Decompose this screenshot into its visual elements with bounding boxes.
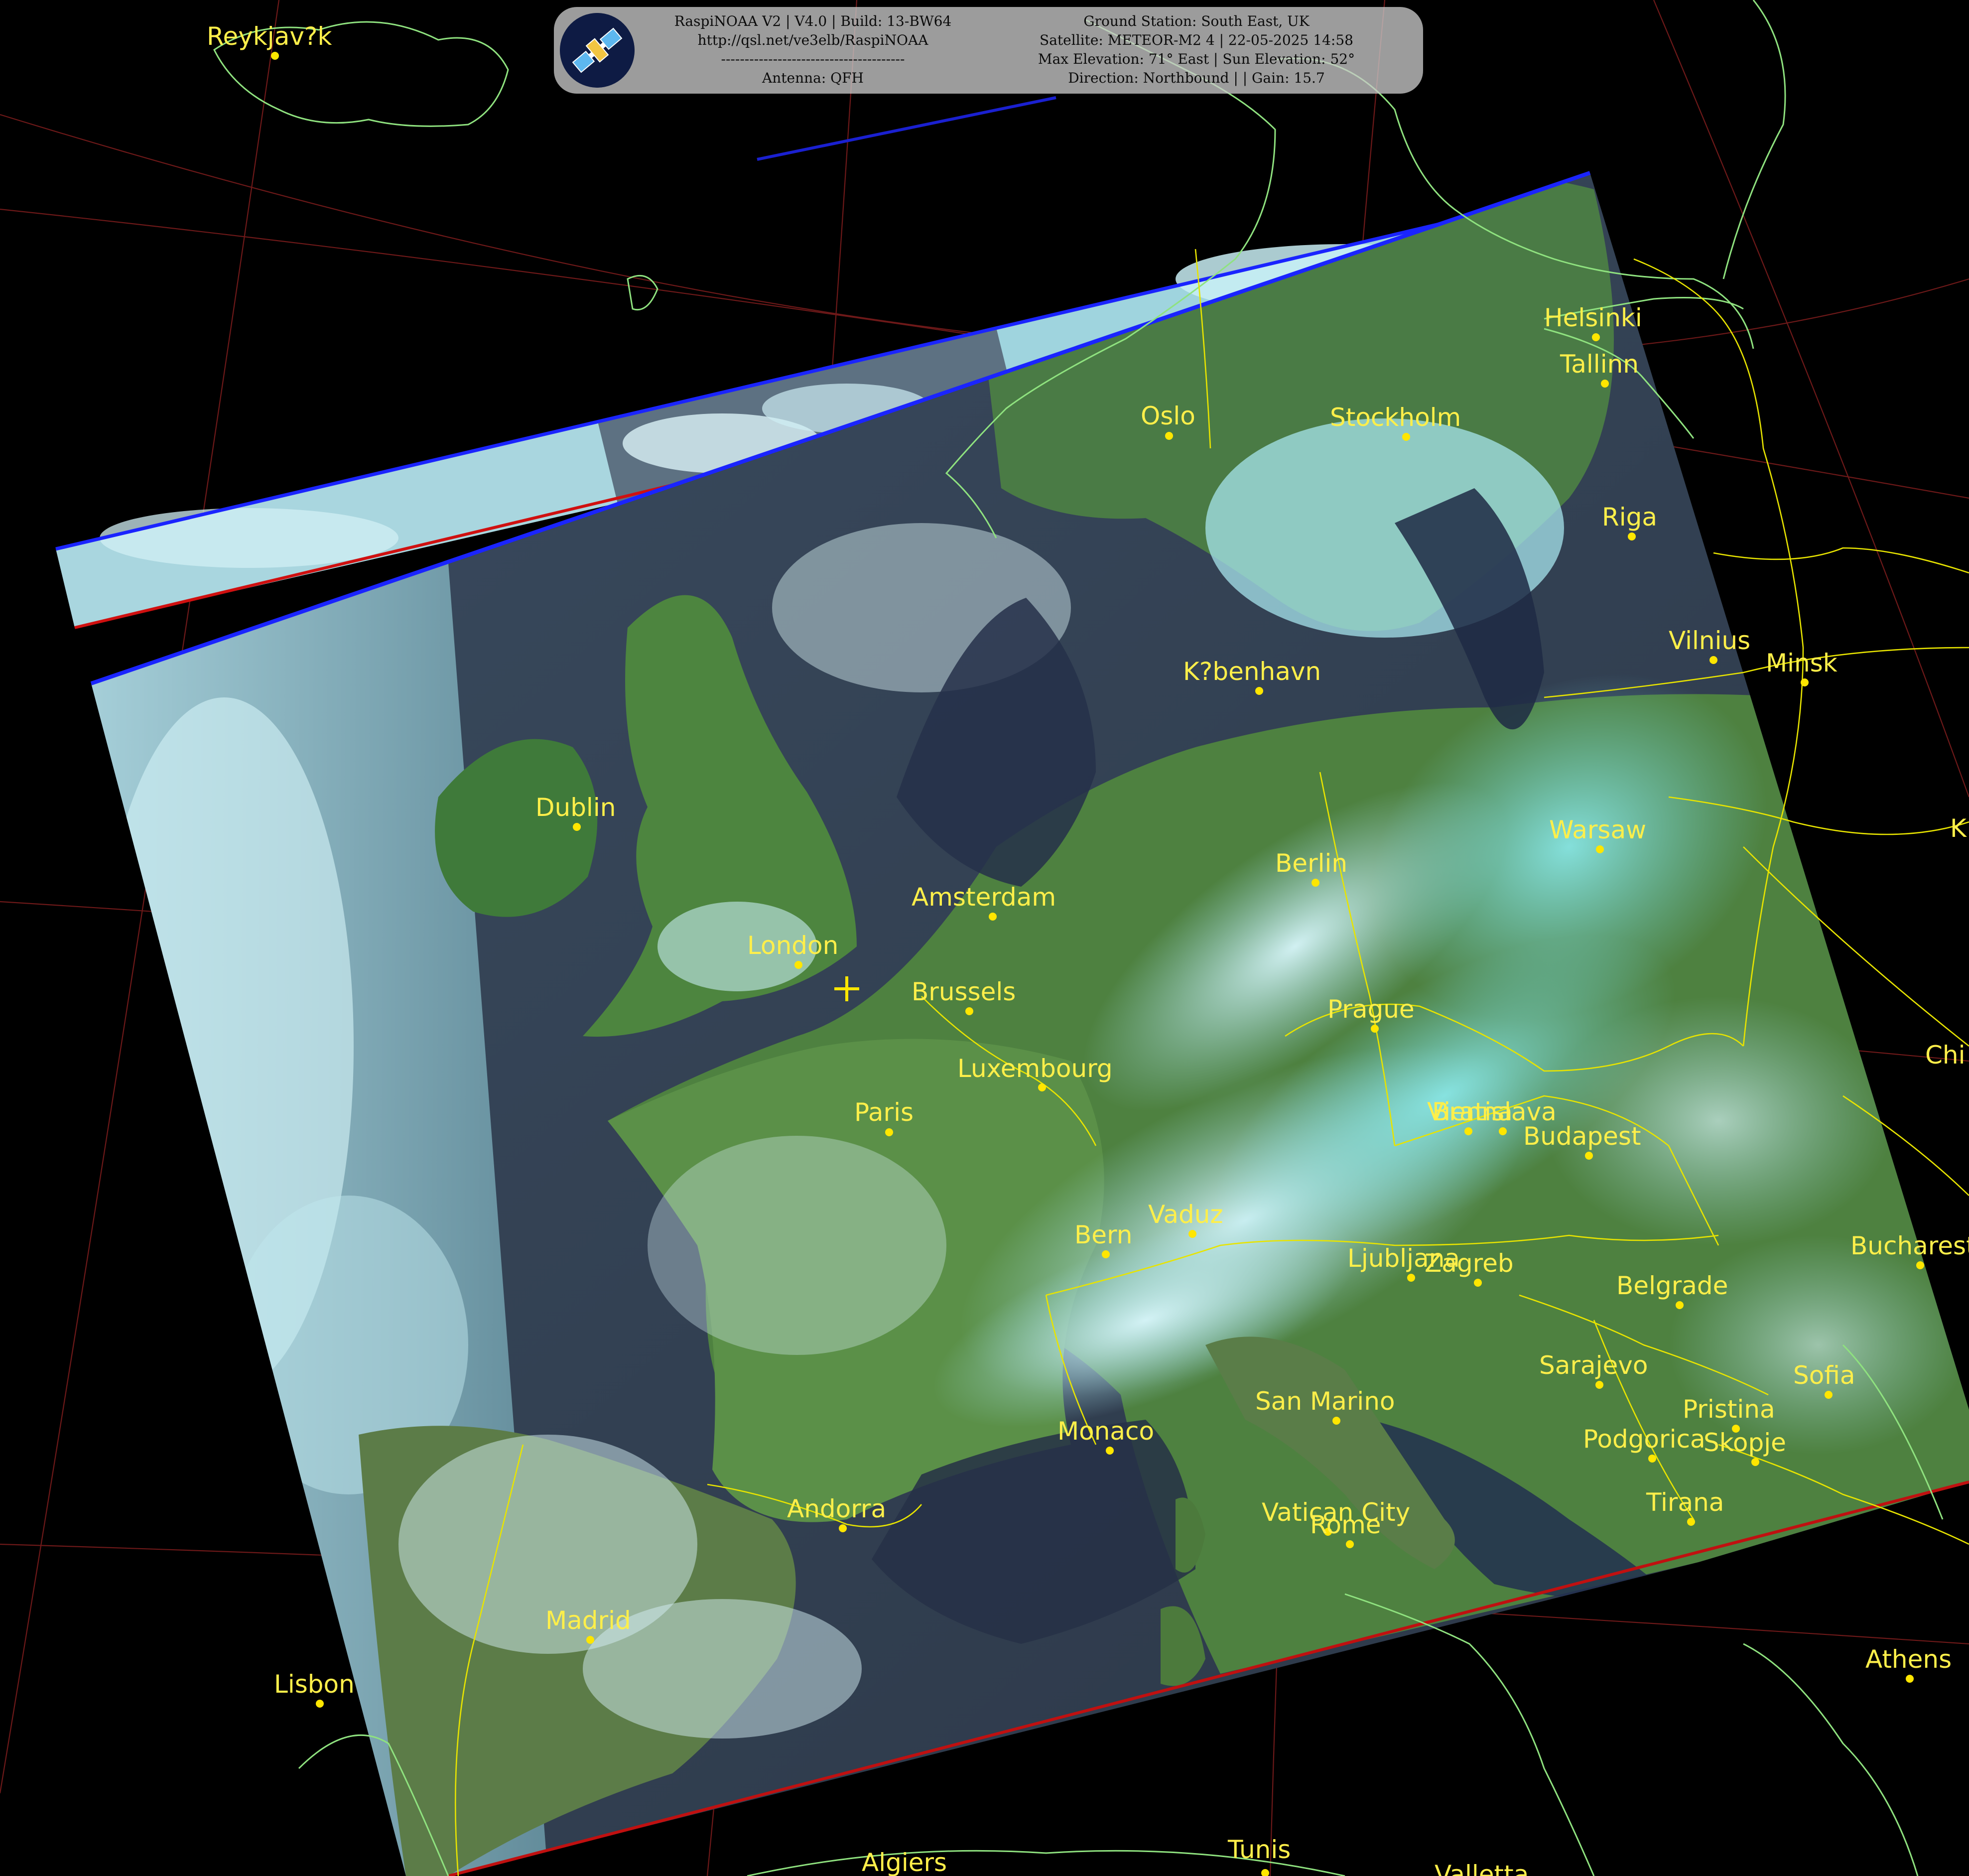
city-marker-amsterdam <box>989 913 997 921</box>
map-stage: Reykjav?k Helsinki Tallinn Oslo Stockholm Rig… <box>0 0 1969 1876</box>
city-label-warsaw: Warsaw <box>1549 815 1646 844</box>
city-label-pristina: Pristina <box>1683 1395 1775 1424</box>
city-marker-bern <box>1102 1250 1110 1258</box>
city-marker-tirana <box>1687 1518 1695 1526</box>
city-label-riga: Riga <box>1602 503 1657 532</box>
city-label-san-marino: San Marino <box>1255 1387 1395 1416</box>
city-label-rome: Rome <box>1310 1510 1381 1539</box>
city-label-stockholm: Stockholm <box>1330 403 1461 432</box>
city-marker-riga <box>1628 533 1636 540</box>
city-label-lisbon: Lisbon <box>274 1670 355 1699</box>
city-marker-tallinn <box>1601 380 1609 388</box>
city-marker-belgrade <box>1676 1301 1684 1309</box>
info-line-program: RaspiNOAA V2 | V4.0 | Build: 13-BW64 <box>674 13 952 29</box>
info-right-column: Ground Station: South East, UK Satellite… <box>992 12 1401 88</box>
city-marker-paris <box>885 1128 893 1136</box>
city-label-minsk: Minsk <box>1766 649 1838 677</box>
city-marker-tunis <box>1261 1869 1269 1876</box>
city-label-reykjav-k: Reykjav?k <box>207 22 332 51</box>
city-label-tunis: Tunis <box>1227 1835 1291 1864</box>
city-marker-sofia <box>1825 1391 1833 1399</box>
city-label-budapest: Budapest <box>1523 1122 1641 1151</box>
city-label-sarajevo: Sarajevo <box>1539 1351 1648 1380</box>
city-label-sofia: Sofia <box>1793 1361 1855 1390</box>
city-marker-luxembourg <box>1038 1083 1046 1091</box>
city-marker-helsinki <box>1592 333 1600 341</box>
city-marker-bratislava <box>1499 1127 1507 1135</box>
city-label-valletta: Valletta <box>1435 1860 1529 1876</box>
city-label-berlin: Berlin <box>1275 849 1347 878</box>
city-marker-podgorica <box>1648 1455 1656 1463</box>
city-marker-stockholm <box>1402 433 1410 441</box>
city-label-luxembourg: Luxembourg <box>957 1054 1113 1083</box>
info-line-direction: Direction: Northbound | | Gain: 15.7 <box>1068 70 1325 86</box>
info-line-ground-station: Ground Station: South East, UK <box>1083 13 1310 29</box>
city-label-belgrade: Belgrade <box>1616 1271 1728 1300</box>
city-marker-oslo <box>1165 432 1173 440</box>
info-line-divider: --------------------------------------- <box>721 51 905 67</box>
city-marker-athens <box>1906 1675 1914 1683</box>
city-marker-london <box>794 961 802 969</box>
satellite-map: Reykjav?k Helsinki Tallinn Oslo Stockholm Rig… <box>0 0 1969 1876</box>
city-marker-andorra <box>839 1524 847 1532</box>
city-marker-reykjav-k <box>271 52 279 60</box>
city-label-dublin: Dublin <box>535 793 616 822</box>
city-label-k: K <box>1950 814 1967 843</box>
satellite-icon <box>560 13 635 88</box>
city-marker-monaco <box>1106 1447 1114 1455</box>
city-label-paris: Paris <box>854 1098 914 1127</box>
city-label-brussels: Brussels <box>912 977 1016 1006</box>
city-label-bucharest: Bucharest <box>1850 1231 1969 1260</box>
info-line-elevation: Max Elevation: 71° East | Sun Elevation:… <box>1038 51 1355 67</box>
city-label-helsinki: Helsinki <box>1544 303 1642 332</box>
city-label-skopje: Skopje <box>1704 1428 1786 1457</box>
city-label-zagreb: Zagreb <box>1425 1249 1514 1278</box>
info-line-url: http://qsl.net/ve3elb/RaspiNOAA <box>697 32 928 48</box>
city-marker-ljubljana <box>1407 1274 1415 1282</box>
city-marker-vilnius <box>1709 656 1717 664</box>
city-label-andorra: Andorra <box>787 1494 886 1523</box>
city-marker-san-marino <box>1332 1417 1340 1425</box>
city-marker-madrid <box>586 1636 594 1644</box>
city-label-london: London <box>747 931 838 960</box>
city-marker-rome <box>1346 1540 1354 1548</box>
city-label-algiers: Algiers <box>862 1848 947 1876</box>
city-marker-zagreb <box>1474 1279 1482 1287</box>
city-marker-k-benhavn <box>1255 687 1263 695</box>
city-label-podgorica: Podgorica <box>1583 1425 1706 1454</box>
city-marker-warsaw <box>1596 845 1604 853</box>
info-panel: RaspiNOAA V2 | V4.0 | Build: 13-BW64 htt… <box>554 7 1423 94</box>
city-marker-sarajevo <box>1595 1381 1603 1389</box>
city-label-chi: Chi <box>1925 1041 1966 1070</box>
info-line-antenna: Antenna: QFH <box>762 70 864 86</box>
city-label-madrid: Madrid <box>545 1606 631 1635</box>
city-marker-bucharest <box>1916 1261 1924 1269</box>
city-label-amsterdam: Amsterdam <box>912 883 1056 912</box>
city-label-vilnius: Vilnius <box>1669 626 1750 655</box>
city-label-tirana: Tirana <box>1646 1488 1724 1517</box>
city-label-monaco: Monaco <box>1057 1417 1154 1446</box>
city-label-bern: Bern <box>1074 1220 1132 1249</box>
main-swath <box>90 171 1969 1876</box>
info-line-satellite: Satellite: METEOR-M2 4 | 22-05-2025 14:5… <box>1040 32 1353 48</box>
city-marker-vaduz <box>1188 1230 1196 1238</box>
city-label-k-benhavn: K?benhavn <box>1183 657 1321 686</box>
city-label-prague: Prague <box>1327 995 1415 1024</box>
city-marker-skopje <box>1751 1458 1759 1466</box>
city-label-vaduz: Vaduz <box>1148 1200 1223 1229</box>
city-marker-berlin <box>1312 879 1319 887</box>
city-label-athens: Athens <box>1865 1645 1952 1674</box>
city-marker-brussels <box>965 1007 973 1015</box>
city-marker-prague <box>1371 1025 1379 1033</box>
city-marker-vienna <box>1464 1127 1472 1135</box>
city-label-tallinn: Tallinn <box>1560 350 1639 379</box>
city-marker-minsk <box>1801 678 1809 686</box>
city-marker-dublin <box>573 823 581 831</box>
city-marker-budapest <box>1585 1152 1593 1160</box>
info-left-column: RaspiNOAA V2 | V4.0 | Build: 13-BW64 htt… <box>639 12 987 88</box>
city-marker-lisbon <box>316 1700 324 1708</box>
city-label-oslo: Oslo <box>1141 402 1195 430</box>
